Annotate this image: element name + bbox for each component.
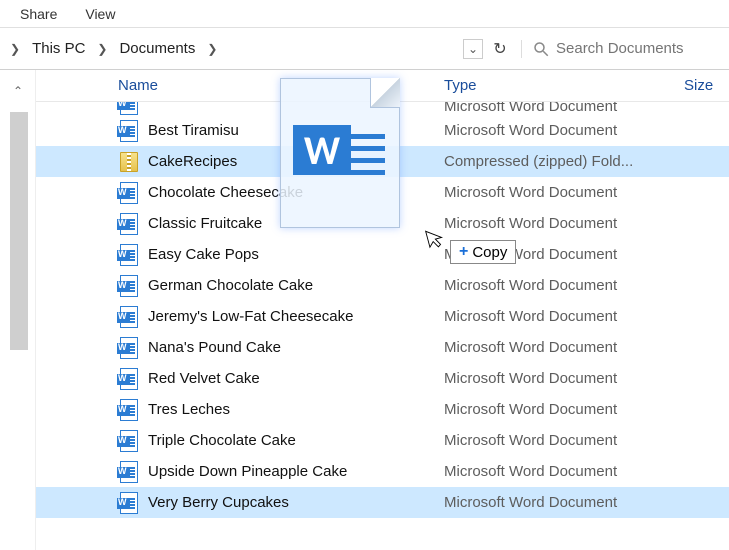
breadcrumb-arrow[interactable]: ❯ (91, 42, 113, 56)
file-type: Microsoft Word Document (444, 122, 688, 139)
file-type: Microsoft Word Document (444, 246, 688, 263)
word-doc-icon (118, 182, 140, 204)
word-doc-icon (118, 244, 140, 266)
file-name: Jeremy's Low-Fat Cheesecake (148, 308, 444, 325)
file-type: Microsoft Word Document (444, 184, 688, 201)
word-doc-icon (118, 337, 140, 359)
file-type: Microsoft Word Document (444, 494, 688, 511)
column-headers: Name Type Size (36, 70, 729, 102)
zip-folder-icon (118, 151, 140, 173)
breadcrumb-root-arrow[interactable]: ❯ (4, 42, 26, 56)
file-type: Microsoft Word Document (444, 401, 688, 418)
file-type: Compressed (zipped) Fold... (444, 153, 688, 170)
file-name: German Chocolate Cake (148, 277, 444, 294)
file-name: CakeRecipes (148, 153, 444, 170)
refresh-button[interactable]: ↻ (489, 38, 511, 60)
file-type: Microsoft Word Document (444, 215, 688, 232)
file-name: Red Velvet Cake (148, 370, 444, 387)
file-name: Chocolate Cheesecake (148, 184, 444, 201)
word-doc-icon (118, 102, 140, 115)
nav-scroll-up-icon[interactable]: ⌃ (13, 84, 23, 98)
word-doc-icon (118, 492, 140, 514)
breadcrumb-this-pc[interactable]: This PC (26, 38, 91, 59)
file-type: Microsoft Word Document (444, 339, 688, 356)
file-type: Microsoft Word Document (444, 370, 688, 387)
search-icon (532, 40, 550, 58)
file-name: Very Berry Cupcakes (148, 494, 444, 511)
table-row[interactable]: Red Velvet CakeMicrosoft Word Document (36, 363, 729, 394)
table-row[interactable]: Nana's Pound CakeMicrosoft Word Document (36, 332, 729, 363)
table-row[interactable]: German Chocolate CakeMicrosoft Word Docu… (36, 270, 729, 301)
word-doc-icon (118, 213, 140, 235)
file-type: Microsoft Word Document (444, 308, 688, 325)
table-row[interactable]: Jeremy's Low-Fat CheesecakeMicrosoft Wor… (36, 301, 729, 332)
table-row[interactable]: Upside Down Pineapple CakeMicrosoft Word… (36, 456, 729, 487)
table-row[interactable]: Tres LechesMicrosoft Word Document (36, 394, 729, 425)
word-doc-icon (118, 120, 140, 142)
search-input[interactable] (556, 40, 706, 57)
table-row[interactable]: Chocolate CheesecakeMicrosoft Word Docum… (36, 177, 729, 208)
table-row[interactable]: Microsoft Word Document (36, 102, 729, 115)
column-header-name[interactable]: Name (118, 77, 444, 94)
file-type: Microsoft Word Document (444, 102, 688, 115)
table-row[interactable]: Easy Cake PopsMicrosoft Word Document (36, 239, 729, 270)
column-header-type[interactable]: Type (444, 77, 684, 94)
word-doc-icon (118, 399, 140, 421)
file-name: Triple Chocolate Cake (148, 432, 444, 449)
file-name: Classic Fruitcake (148, 215, 444, 232)
file-name: Nana's Pound Cake (148, 339, 444, 356)
address-bar: ❯ This PC ❯ Documents ❯ ⌄ ↻ (0, 28, 729, 70)
word-doc-icon (118, 306, 140, 328)
tab-view[interactable]: View (71, 2, 129, 26)
table-row[interactable]: CakeRecipesCompressed (zipped) Fold... (36, 146, 729, 177)
ribbon-tabs: Share View (0, 0, 729, 28)
file-type: Microsoft Word Document (444, 463, 688, 480)
file-name: Best Tiramisu (148, 122, 444, 139)
file-type: Microsoft Word Document (444, 277, 688, 294)
word-doc-icon (118, 368, 140, 390)
table-row[interactable]: Very Berry CupcakesMicrosoft Word Docume… (36, 487, 729, 518)
word-doc-icon (118, 461, 140, 483)
nav-scrollbar[interactable] (10, 112, 28, 350)
file-name: Upside Down Pineapple Cake (148, 463, 444, 480)
file-list[interactable]: Microsoft Word Document Best TiramisuMic… (36, 102, 729, 550)
file-type: Microsoft Word Document (444, 432, 688, 449)
breadcrumb-documents[interactable]: Documents (113, 38, 201, 59)
column-header-size[interactable]: Size (684, 77, 713, 94)
table-row[interactable]: Triple Chocolate CakeMicrosoft Word Docu… (36, 425, 729, 456)
address-dropdown[interactable]: ⌄ (463, 39, 483, 59)
file-name: Tres Leches (148, 401, 444, 418)
file-name: Easy Cake Pops (148, 246, 444, 263)
search-box[interactable] (521, 40, 721, 58)
breadcrumb-arrow[interactable]: ❯ (201, 42, 223, 56)
nav-pane[interactable]: ⌃ (0, 70, 36, 550)
table-row[interactable]: Classic FruitcakeMicrosoft Word Document (36, 208, 729, 239)
word-doc-icon (118, 275, 140, 297)
table-row[interactable]: Best TiramisuMicrosoft Word Document (36, 115, 729, 146)
tab-share[interactable]: Share (6, 2, 71, 26)
word-doc-icon (118, 430, 140, 452)
